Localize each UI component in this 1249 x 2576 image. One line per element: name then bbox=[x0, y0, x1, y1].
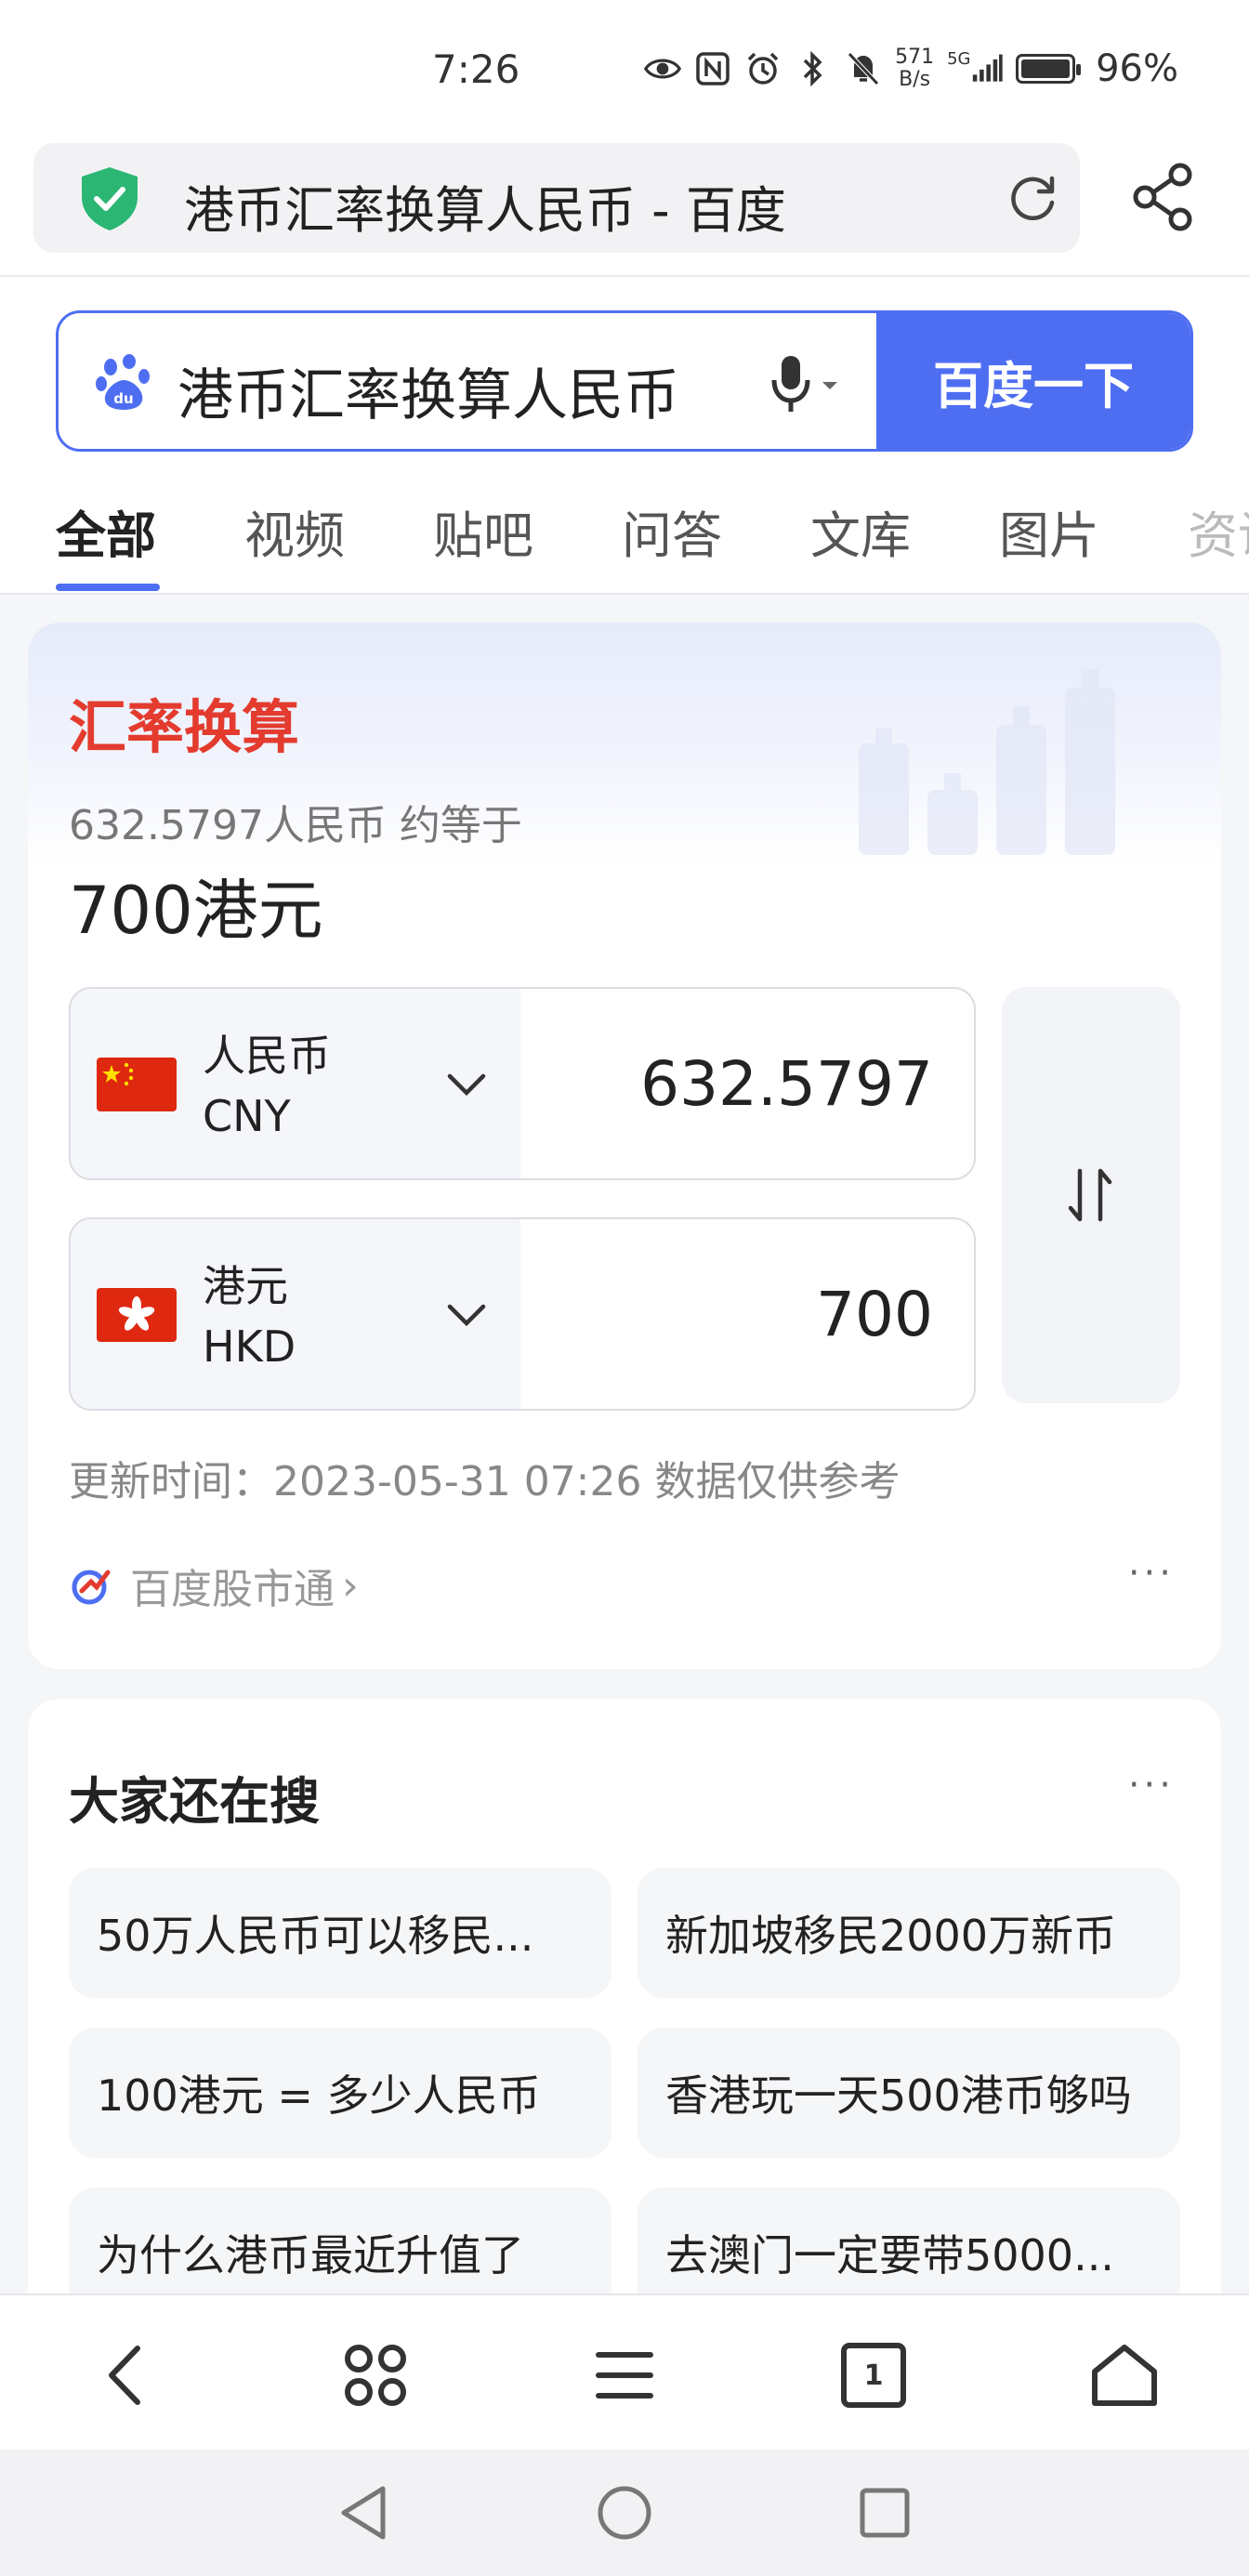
related-item[interactable]: 新加坡移民2000万新币 bbox=[638, 1868, 1180, 1998]
svg-text:du: du bbox=[113, 390, 133, 407]
alarm-icon bbox=[744, 50, 782, 87]
active-tab-indicator bbox=[56, 584, 160, 591]
from-currency-row: 人民币 CNY 632.5797 bbox=[69, 987, 976, 1180]
source-label: 百度股市通 bbox=[130, 1566, 335, 1613]
search-section: du 港币汇率换算人民币 百度一下 全部 视频 贴吧 问答 文库 图片 资讯 bbox=[0, 277, 1249, 595]
status-time: 7:26 bbox=[432, 46, 520, 92]
related-title: 大家还在搜 bbox=[69, 1772, 320, 1831]
source-link[interactable]: 百度股市通 › bbox=[69, 1556, 359, 1615]
tab-images[interactable]: 图片 bbox=[999, 494, 1099, 568]
from-currency-code: CNY bbox=[203, 1091, 291, 1141]
reload-icon[interactable] bbox=[1006, 171, 1059, 225]
address-bar-row: 港币汇率换算人民币 - 百度 bbox=[0, 139, 1249, 277]
page-title: 港币汇率换算人民币 - 百度 bbox=[184, 181, 786, 240]
chevron-right-icon: › bbox=[342, 1561, 359, 1610]
shield-check-icon bbox=[82, 167, 138, 230]
tabs-icon[interactable]: 1 bbox=[835, 2336, 913, 2414]
apps-icon[interactable] bbox=[336, 2336, 414, 2414]
search-tabs: 全部 视频 贴吧 问答 文库 图片 资讯 bbox=[0, 491, 1249, 595]
battery-icon bbox=[1016, 54, 1082, 84]
swap-currency-button[interactable] bbox=[1002, 987, 1180, 1403]
nfc-icon bbox=[694, 50, 731, 87]
exchange-title: 汇率换算 bbox=[69, 693, 300, 761]
baidu-paw-icon: du bbox=[96, 354, 150, 410]
chart-decoration-icon bbox=[859, 669, 1115, 855]
from-currency-selector[interactable]: 人民币 CNY bbox=[71, 989, 520, 1178]
update-time-text: 更新时间：2023-05-31 07:26 数据仅供参考 bbox=[69, 1458, 901, 1505]
to-amount-input[interactable]: 700 bbox=[816, 1279, 933, 1350]
menu-icon[interactable] bbox=[585, 2336, 664, 2414]
page: 7:26 571 B/s 5G 96% 港币汇率换算人民币 - 百度 du 港币… bbox=[0, 0, 1249, 2576]
exchange-result: 700港元 bbox=[69, 873, 323, 949]
eye-icon bbox=[644, 50, 682, 87]
related-item[interactable]: 50万人民币可以移民... bbox=[69, 1868, 611, 1998]
net-speed-unit: B/s bbox=[899, 68, 931, 91]
search-box: du 港币汇率换算人民币 百度一下 bbox=[56, 310, 1193, 452]
stock-connect-logo-icon bbox=[72, 1570, 111, 1605]
nav-recents-icon[interactable] bbox=[853, 2481, 916, 2544]
from-amount-input[interactable]: 632.5797 bbox=[640, 1048, 933, 1120]
more-options-icon[interactable]: ··· bbox=[1128, 1764, 1175, 1807]
from-currency-name: 人民币 bbox=[203, 1031, 331, 1081]
search-input[interactable]: 港币汇率换算人民币 bbox=[177, 350, 679, 431]
nav-home-icon[interactable] bbox=[593, 2481, 656, 2544]
battery-level: 96% bbox=[1096, 47, 1178, 90]
related-searches-card: 大家还在搜 ··· 50万人民币可以移民... 新加坡移民2000万新币 100… bbox=[28, 1699, 1221, 2349]
status-icons: 571 B/s 5G 96% bbox=[644, 46, 1178, 91]
address-bar[interactable]: 港币汇率换算人民币 - 百度 bbox=[33, 143, 1080, 253]
bluetooth-icon bbox=[795, 50, 832, 87]
hong-kong-flag-icon bbox=[97, 1288, 177, 1342]
tab-qa[interactable]: 问答 bbox=[622, 494, 722, 568]
tab-all[interactable]: 全部 bbox=[56, 494, 156, 568]
chevron-down-icon bbox=[447, 1304, 486, 1327]
more-options-icon[interactable]: ··· bbox=[1128, 1552, 1175, 1595]
exchange-card: 汇率换算 632.5797人民币 约等于 700港元 人民币 CNY 632.5… bbox=[28, 623, 1221, 1669]
related-item[interactable]: 香港玩一天500港币够吗 bbox=[638, 2028, 1180, 2158]
tab-video[interactable]: 视频 bbox=[244, 494, 345, 568]
net-speed-value: 571 bbox=[895, 46, 935, 69]
back-icon[interactable] bbox=[85, 2336, 164, 2414]
to-currency-selector[interactable]: 港元 HKD bbox=[71, 1219, 520, 1409]
related-item[interactable]: 100港元 = 多少人民币 bbox=[69, 2028, 611, 2158]
to-currency-code: HKD bbox=[203, 1321, 296, 1372]
nav-back-icon[interactable] bbox=[333, 2481, 396, 2544]
home-icon[interactable] bbox=[1085, 2336, 1164, 2414]
exchange-summary: 632.5797人民币 约等于 bbox=[69, 802, 522, 849]
tab-wenku[interactable]: 文库 bbox=[810, 494, 911, 568]
tab-count: 1 bbox=[863, 2359, 884, 2392]
microphone-icon[interactable] bbox=[769, 352, 843, 417]
browser-toolbar: 1 bbox=[0, 2293, 1249, 2450]
mute-icon bbox=[845, 50, 882, 87]
to-currency-name: 港元 bbox=[203, 1261, 288, 1311]
chevron-down-icon bbox=[447, 1073, 486, 1097]
system-navigation-bar bbox=[0, 2450, 1249, 2576]
share-icon[interactable] bbox=[1128, 162, 1199, 232]
swap-icon bbox=[1068, 1168, 1112, 1222]
status-bar: 7:26 571 B/s 5G 96% bbox=[0, 0, 1249, 139]
signal-label: 5G bbox=[947, 49, 971, 69]
search-button[interactable]: 百度一下 bbox=[876, 313, 1190, 449]
china-flag-icon bbox=[97, 1058, 177, 1111]
signal-icon: 5G bbox=[947, 50, 1003, 87]
tab-news[interactable]: 资讯 bbox=[1188, 494, 1249, 568]
tab-tieba[interactable]: 贴吧 bbox=[433, 494, 533, 568]
to-currency-row: 港元 HKD 700 bbox=[69, 1217, 976, 1411]
net-speed: 571 B/s bbox=[895, 46, 934, 91]
